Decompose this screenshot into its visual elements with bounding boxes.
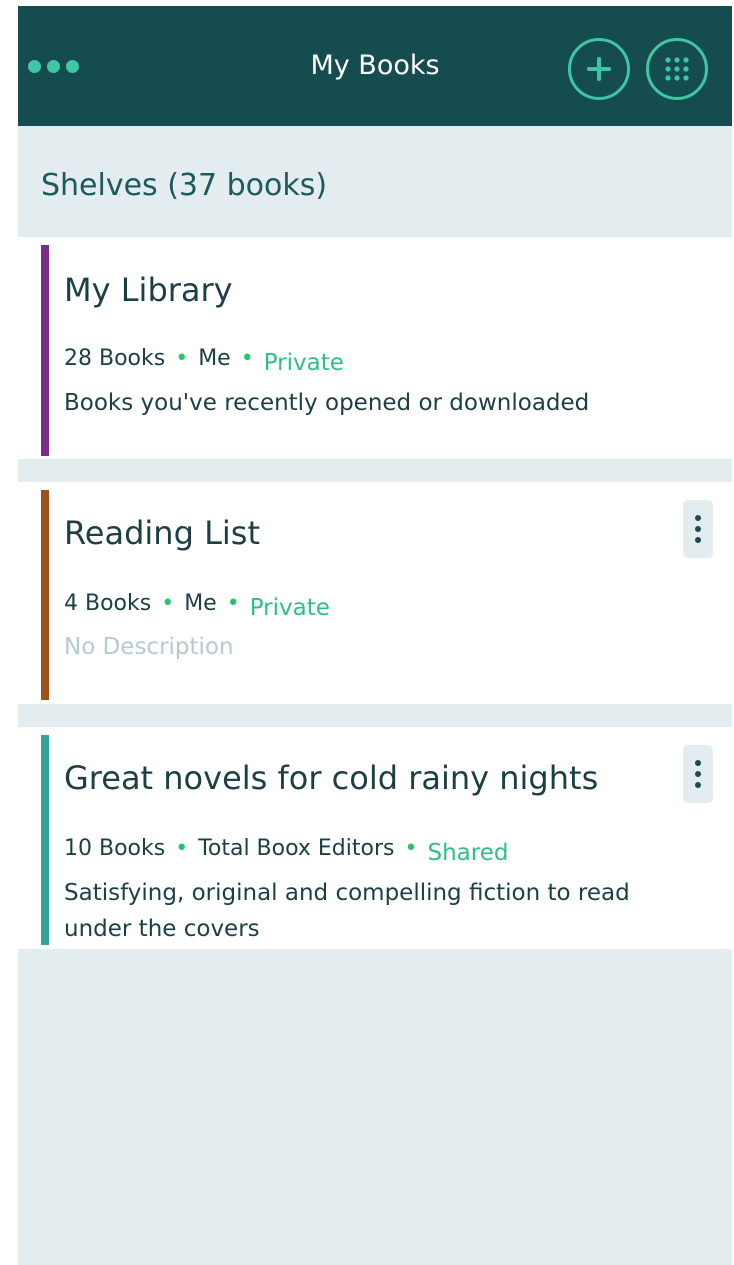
grid-view-button[interactable] [646, 38, 708, 100]
shelf-description: Books you've recently opened or download… [64, 390, 590, 416]
shelf-description: No Description [64, 634, 234, 660]
shelf-description: Satisfying, original and compelling fict… [64, 880, 630, 942]
shelf-privacy: Shared [427, 840, 509, 866]
shelf-owner: Me [184, 591, 217, 616]
shelf-meta: 4 Books • Me • Private [64, 588, 330, 621]
kebab-dot [695, 515, 701, 521]
shelf-title: Reading List [64, 514, 260, 552]
shelf-menu-button[interactable] [683, 745, 713, 803]
add-shelf-button[interactable] [568, 38, 630, 100]
shelf-menu-button[interactable] [683, 500, 713, 558]
kebab-dot [695, 771, 701, 777]
kebab-dot [695, 526, 701, 532]
shelf-card-reading-list[interactable]: Reading List 4 Books • Me • Private No D… [18, 482, 732, 704]
plus-icon [587, 57, 611, 81]
kebab-dot [695, 782, 701, 788]
shelf-book-count: 28 Books [64, 346, 166, 371]
shelf-owner: Me [198, 346, 231, 371]
shelf-title: Great novels for cold rainy nights [64, 759, 599, 797]
shelf-accent-bar [41, 490, 49, 700]
shelf-title: My Library [64, 271, 233, 309]
kebab-dot [695, 760, 701, 766]
screen: My Books Shelves (37 books) My Library 2… [18, 6, 732, 1265]
kebab-dot [695, 537, 701, 543]
separator-dot: • [404, 836, 418, 861]
grid-icon [665, 57, 689, 81]
app-header: My Books [18, 6, 732, 126]
shelf-book-count: 10 Books [64, 836, 166, 861]
section-title: Shelves (37 books) [41, 168, 328, 203]
separator-dot: • [226, 591, 240, 616]
shelf-accent-bar [41, 245, 49, 456]
shelf-book-count: 4 Books [64, 591, 152, 616]
shelf-card-my-library[interactable]: My Library 28 Books • Me • Private Books… [18, 237, 732, 459]
shelf-privacy: Private [249, 595, 330, 621]
separator-dot: • [161, 591, 175, 616]
shelf-meta: 10 Books • Total Boox Editors • Shared [64, 833, 508, 866]
shelf-meta: 28 Books • Me • Private [64, 343, 344, 376]
separator-dot: • [240, 346, 254, 371]
separator-dot: • [175, 836, 189, 861]
separator-dot: • [175, 346, 189, 371]
shelf-owner: Total Boox Editors [198, 836, 395, 861]
shelf-card-great-novels[interactable]: Great novels for cold rainy nights 10 Bo… [18, 727, 732, 949]
shelf-accent-bar [41, 735, 49, 945]
shelf-privacy: Private [263, 350, 344, 376]
